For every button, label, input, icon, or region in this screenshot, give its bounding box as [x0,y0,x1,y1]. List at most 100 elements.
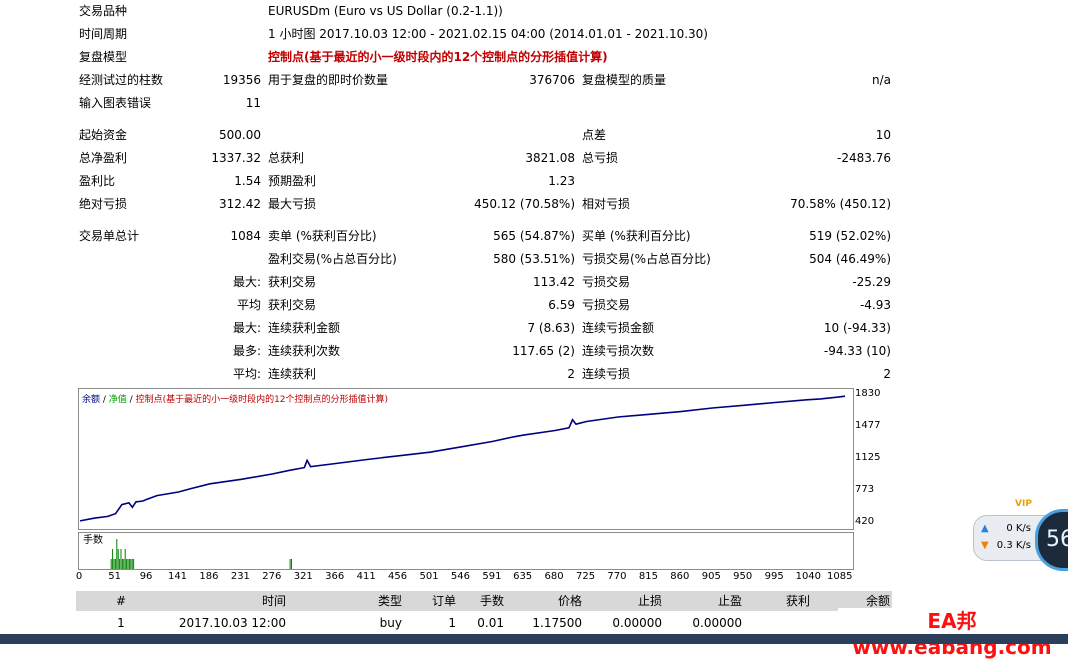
col-header-time: 时间 [261,594,286,608]
spread-value: 10 [875,128,891,142]
max-cons-losses-label: 连续亏损金额 [582,321,655,335]
long-trades-value: 519 (52.02%) [809,229,891,243]
col-header-price: 价格 [557,594,582,608]
col-header-type: 类型 [377,594,402,608]
x-tick-label: 635 [513,571,533,582]
upload-arrow-icon: ▲ [981,523,989,534]
short-trades-label: 卖单 (%获利百分比) [268,229,377,243]
x-tick-label: 815 [638,571,658,582]
y-tick-label: 773 [855,483,875,495]
total-trades-value: 1084 [230,229,261,243]
volume-bar [289,559,291,569]
x-tick-label: 501 [419,571,439,582]
net-profit-value: 1337.32 [211,151,261,165]
cell-time: 2017.10.03 12:00 [178,616,286,630]
net-profit-label: 总净盈利 [79,151,128,165]
volume-chart-svg [110,539,292,569]
x-tick-label: 456 [388,571,408,582]
cell-tp: 0.00000 [692,616,742,630]
balance-chart-svg [79,395,846,522]
largest-prefix: 最大: [232,275,261,289]
ticks-label: 用于复盘的即时价数量 [268,73,389,87]
y-tick-label: 1125 [855,452,881,463]
volume-bar [117,549,119,569]
y-tick-label: 1830 [855,388,881,400]
largest-profit-value: 113.42 [533,275,575,289]
avg-loss-value: -4.93 [859,298,891,312]
spread-label: 点差 [582,128,607,142]
max-cons-wins-label: 连续获利金额 [268,321,341,335]
cell-price: 1.17500 [532,616,582,630]
period-value: 1 小时图 2017.10.03 12:00 - 2021.02.15 04:0… [268,27,708,41]
table-row[interactable]: 1 2017.10.03 12:00 buy 1 0.01 1.17500 0.… [76,612,892,634]
quality-value: n/a [871,73,891,87]
model-value: 控制点(基于最近的小一级时段内的12个控制点的分形插值计算) [268,50,608,64]
balance-chart [78,388,854,530]
x-tick-label: 860 [670,571,690,582]
max-cons-loss-label: 连续亏损次数 [582,344,655,358]
col-header-index: # [116,594,127,608]
profit-trades-value: 580 (53.51%) [493,252,575,266]
profit-factor-label: 盈利比 [79,174,116,188]
network-speed-widget[interactable]: VIP ▲ 0 K/s ▼ 0.3 K/s 56 [973,499,1068,571]
profit-trades-label: 盈利交易(%占总百分比) [268,252,397,266]
legend-sep-2: / [126,395,136,405]
max-cons-losses-value: 10 (-94.33) [823,321,891,335]
avg-cons-prefix: 平均: [232,367,261,381]
volume-bar [114,559,116,569]
watermark: EA邦www.eabang.com [838,608,1066,659]
col-header-profit: 获利 [785,594,810,608]
most-prefix: 最多: [232,344,261,358]
short-trades-value: 565 (54.87%) [493,229,575,243]
profit-factor-value: 1.54 [234,174,261,188]
average-prefix: 平均 [236,298,261,312]
max-drawdown-value: 450.12 (70.58%) [474,197,575,211]
avg-cons-losses-label: 连续亏损 [582,367,631,381]
trades-table-header: # 时间 类型 订单 手数 价格 止损 止盈 获利 余额 [76,591,892,611]
cell-type: buy [379,616,402,630]
col-header-order: 订单 [431,594,456,608]
x-tick-label: 1085 [827,571,853,582]
abs-drawdown-label: 绝对亏损 [79,197,128,211]
volume-bar [130,559,132,569]
volume-bar [123,559,125,569]
largest-loss-label: 亏损交易 [582,275,631,289]
col-header-balance: 余额 [865,594,890,608]
x-tick-label: 770 [607,571,627,582]
model-label: 复盘模型 [79,50,128,64]
volume-bar [113,559,115,569]
largest-profit-label: 获利交易 [268,275,317,289]
avg-loss-label: 亏损交易 [582,298,631,312]
x-tick-label: 411 [356,571,376,582]
gross-profit-value: 3821.08 [525,151,575,165]
cell-lots: 0.01 [477,616,504,630]
col-header-tp: 止盈 [717,594,742,608]
symbol-label: 交易品种 [79,4,128,18]
volume-label: 手数 [83,535,103,546]
period-label: 时间周期 [79,27,128,41]
quality-label: 复盘模型的质量 [582,73,667,87]
y-tick-label: 420 [855,515,875,527]
legend-model: 控制点(基于最近的小一级时段内的12个控制点的分形插值计算) [135,395,389,405]
vip-badge: VIP [1015,499,1032,509]
volume-bar [126,559,128,569]
col-header-sl: 止损 [637,594,662,608]
legend-balance: 余额 [82,395,101,405]
cell-order: 1 [448,616,456,630]
loss-trades-value: 504 (46.49%) [809,252,891,266]
ticks-value: 376706 [529,73,575,87]
avg-cons-wins-label: 连续获利 [268,367,317,381]
errors-label: 输入图表错误 [79,96,152,110]
payoff-label: 预期盈利 [268,174,317,188]
x-tick-label: 51 [108,571,121,582]
bars-value: 19356 [222,73,261,87]
deposit-value: 500.00 [219,128,261,142]
cell-index: 1 [117,616,125,630]
volume-bar [112,549,114,569]
rel-drawdown-label: 相对亏损 [582,197,631,211]
volume-bar [110,559,112,569]
volume-bar [119,559,121,569]
col-header-lots: 手数 [479,594,504,608]
x-tick-label: 680 [544,571,564,582]
series-line-balance [79,395,846,522]
